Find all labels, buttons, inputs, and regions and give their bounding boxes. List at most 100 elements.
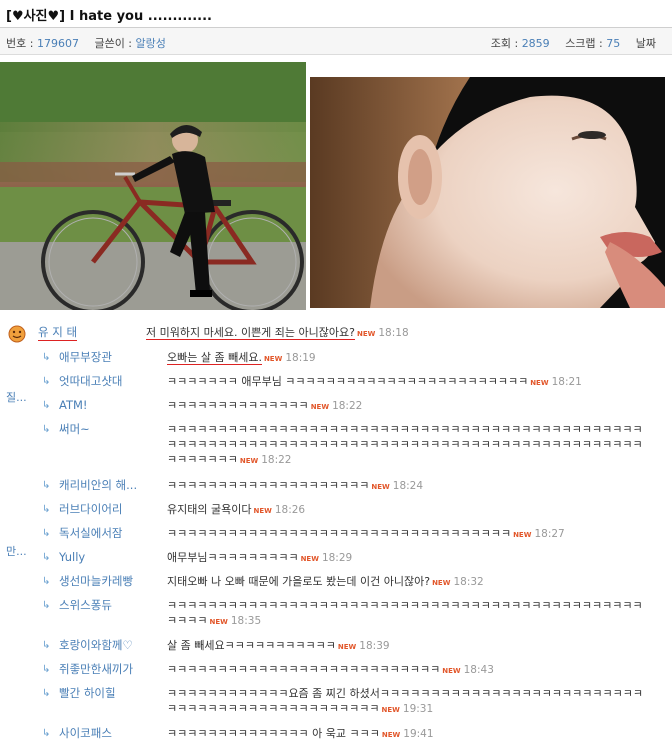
reply-arrow-icon: ↳ bbox=[42, 400, 51, 411]
reply-arrow-icon: ↳ bbox=[42, 528, 51, 539]
comment-body: 지태오빠 나 오빠 때문에 가을로도 봤는데 이건 아니잖아? bbox=[167, 575, 431, 588]
comment-body: 저 미워하지 마세요. 이쁜게 죄는 아니잖아요? bbox=[146, 326, 355, 340]
comment-nick[interactable]: 생선마늘카레빵 bbox=[59, 574, 133, 589]
reply-arrow-icon: ↳ bbox=[42, 480, 51, 491]
reply-arrow-icon: ↳ bbox=[42, 600, 51, 611]
comment-time: 18:22 bbox=[332, 400, 363, 412]
post-views-label: 조회 : bbox=[490, 37, 519, 50]
photo-woman-bicycle bbox=[0, 62, 306, 310]
comment-text: 애무부님ㅋㅋㅋㅋㅋㅋㅋㅋㅋ NEW 18:29 bbox=[167, 550, 647, 567]
new-badge: NEW bbox=[432, 579, 451, 587]
comment-body: 애무부님ㅋㅋㅋㅋㅋㅋㅋㅋㅋ bbox=[167, 551, 299, 564]
comment-nick[interactable]: Yully bbox=[59, 550, 85, 565]
comment-nick[interactable]: 러브다이어리 bbox=[59, 502, 122, 517]
comment-nick[interactable]: 스위스퐁듀 bbox=[59, 598, 112, 613]
new-badge: NEW bbox=[513, 531, 532, 539]
comment-nick[interactable]: 써머~ bbox=[59, 422, 90, 437]
comment-time: 19:41 bbox=[403, 728, 434, 740]
new-badge: NEW bbox=[371, 483, 390, 491]
post-number-label: 번호 : bbox=[6, 37, 34, 50]
new-badge: NEW bbox=[263, 355, 283, 363]
post-author-link[interactable]: 알랑성 bbox=[136, 37, 166, 50]
comment-body: 오빠는 살 좀 빼세요. bbox=[167, 351, 262, 365]
comment-text: ㅋㅋㅋㅋㅋㅋㅋㅋㅋㅋㅋㅋㅋㅋㅋㅋㅋㅋㅋㅋㅋㅋㅋㅋㅋㅋㅋㅋㅋㅋㅋㅋㅋㅋㅋㅋㅋㅋㅋㅋ… bbox=[167, 422, 647, 469]
comment-time: 18:39 bbox=[359, 640, 390, 652]
new-badge: NEW bbox=[337, 643, 357, 651]
reply-arrow-icon: ↳ bbox=[42, 552, 51, 563]
post-views-value: 2859 bbox=[521, 37, 550, 50]
comment-nick[interactable]: 독서실에서잠 bbox=[59, 526, 122, 541]
new-badge: NEW bbox=[253, 507, 272, 515]
side-label-2[interactable]: 만... bbox=[6, 543, 27, 559]
comment-time: 18:43 bbox=[463, 664, 494, 676]
reply-arrow-icon: ↳ bbox=[42, 424, 51, 435]
comment-body: 유지태의 굴욕이다 bbox=[167, 503, 252, 516]
reply-arrow-icon: ↳ bbox=[42, 376, 51, 387]
comment-time: 18:26 bbox=[274, 504, 306, 516]
comment-time: 18:27 bbox=[534, 528, 565, 540]
comment-text: 저 미워하지 마세요. 이쁜게 죄는 아니잖아요? NEW 18:18 bbox=[146, 325, 626, 342]
comment-time: 18:24 bbox=[392, 480, 424, 492]
new-badge: NEW bbox=[530, 379, 549, 387]
comment-nick[interactable]: 캐리비안의 해... bbox=[59, 478, 137, 493]
smiley-icon bbox=[8, 325, 26, 343]
post-author-label: 글쓴이 : bbox=[94, 37, 133, 50]
comment-text: ㅋㅋㅋㅋㅋㅋㅋㅋㅋㅋㅋㅋㅋㅋㅋㅋㅋㅋㅋㅋ NEW 18:24 bbox=[167, 478, 647, 495]
new-badge: NEW bbox=[209, 618, 228, 626]
new-badge: NEW bbox=[356, 330, 376, 338]
comment-body: ㅋㅋㅋㅋㅋㅋㅋㅋㅋㅋㅋㅋㅋㅋ bbox=[167, 399, 309, 412]
comment-time: 18:22 bbox=[261, 454, 292, 466]
side-label-1[interactable]: 질... bbox=[6, 389, 27, 405]
comment-nick[interactable]: ATM! bbox=[59, 398, 88, 413]
comment-text: ㅋㅋㅋㅋㅋㅋㅋㅋㅋㅋㅋㅋㅋㅋㅋㅋㅋㅋㅋㅋㅋㅋㅋㅋㅋㅋㅋㅋㅋㅋㅋㅋㅋㅋ NEW 18:… bbox=[167, 526, 647, 543]
comment-text: ㅋㅋㅋㅋㅋㅋㅋㅋㅋㅋㅋㅋㅋㅋㅋㅋㅋㅋㅋㅋㅋㅋㅋㅋㅋㅋㅋ NEW 18:43 bbox=[167, 662, 647, 679]
comment-body: ㅋㅋㅋㅋㅋㅋㅋㅋㅋㅋㅋㅋㅋㅋㅋㅋㅋㅋㅋㅋㅋㅋㅋㅋㅋㅋㅋㅋㅋㅋㅋㅋㅋㅋㅋㅋㅋㅋㅋㅋ… bbox=[167, 423, 643, 466]
comment-body: ㅋㅋㅋㅋㅋㅋㅋㅋㅋㅋㅋㅋㅋㅋㅋㅋㅋㅋㅋㅋㅋㅋㅋㅋㅋㅋㅋㅋㅋㅋㅋㅋㅋㅋ bbox=[167, 527, 512, 540]
reply-arrow-icon: ↳ bbox=[42, 504, 51, 515]
comment-body: ㅋㅋㅋㅋㅋㅋㅋㅋㅋㅋㅋㅋㅋㅋㅋㅋㅋㅋㅋㅋㅋㅋㅋㅋㅋㅋㅋ bbox=[167, 663, 441, 676]
comment-text: 살 좀 빼세요ㅋㅋㅋㅋㅋㅋㅋㅋㅋㅋㅋ NEW 18:39 bbox=[167, 638, 647, 655]
comment-text: 오빠는 살 좀 빼세요. NEW 18:19 bbox=[167, 350, 647, 367]
new-badge: NEW bbox=[310, 403, 330, 411]
comment-nick[interactable]: 사이코패스 bbox=[59, 726, 112, 741]
reply-arrow-icon: ↳ bbox=[42, 664, 51, 675]
reply-arrow-icon: ↳ bbox=[42, 640, 51, 651]
new-badge: NEW bbox=[381, 731, 401, 739]
comment-time: 18:19 bbox=[285, 352, 316, 364]
post-date-label: 날짜 bbox=[635, 37, 656, 50]
post-scrap-value: 75 bbox=[606, 37, 621, 50]
comment-nick[interactable]: 빨간 하이힐 bbox=[59, 686, 116, 701]
photo-face-closeup bbox=[310, 77, 665, 308]
new-badge: NEW bbox=[442, 667, 461, 675]
post-title: [♥사진♥] I hate you ............. bbox=[6, 9, 212, 24]
comment-nick[interactable]: 애무부장관 bbox=[59, 350, 112, 365]
comment-time: 18:32 bbox=[453, 576, 484, 588]
comment-time: 18:18 bbox=[378, 327, 409, 339]
comment-time: 18:21 bbox=[551, 376, 582, 388]
comment-text: ㅋㅋㅋㅋㅋㅋㅋㅋㅋㅋㅋㅋㅋㅋ NEW 18:22 bbox=[167, 398, 647, 415]
new-badge: NEW bbox=[381, 706, 400, 714]
comment-nick[interactable]: 유 지 태 bbox=[38, 325, 78, 341]
comment-time: 18:35 bbox=[230, 615, 262, 627]
post-number-value: 179607 bbox=[36, 37, 79, 50]
comment-text: ㅋㅋㅋㅋㅋㅋㅋ 애무부님 ㅋㅋㅋㅋㅋㅋㅋㅋㅋㅋㅋㅋㅋㅋㅋㅋㅋㅋㅋㅋㅋㅋㅋㅋ NEW… bbox=[167, 374, 647, 391]
comment-text: ㅋㅋㅋㅋㅋㅋㅋㅋㅋㅋㅋㅋ요즘 좀 찌긴 하셨서ㅋㅋㅋㅋㅋㅋㅋㅋㅋㅋㅋㅋㅋㅋㅋㅋㅋ… bbox=[167, 686, 647, 718]
reply-arrow-icon: ↳ bbox=[42, 576, 51, 587]
comment-nick[interactable]: 엇따대고샷대 bbox=[59, 374, 122, 389]
reply-arrow-icon: ↳ bbox=[42, 352, 51, 363]
post-meta-right: 조회 : 2859 스크랩 : 75 날짜 bbox=[491, 35, 656, 51]
comment-body: ㅋㅋㅋㅋㅋㅋㅋㅋㅋㅋㅋㅋㅋㅋㅋㅋㅋㅋㅋㅋ bbox=[167, 479, 370, 492]
comment-nick[interactable]: 호랑이와함께♡ bbox=[59, 638, 133, 653]
comment-text: 지태오빠 나 오빠 때문에 가을로도 봤는데 이건 아니잖아? NEW 18:32 bbox=[167, 574, 647, 591]
post-meta-bar: 번호 : 179607 글쓴이 : 알랑성 조회 : 2859 스크랩 : 75… bbox=[0, 28, 672, 55]
bicycle-illustration bbox=[0, 62, 306, 310]
face-illustration bbox=[310, 77, 665, 308]
comment-text: ㅋㅋㅋㅋㅋㅋㅋㅋㅋㅋㅋㅋㅋㅋ 아 욱교 ㅋㅋㅋ NEW 19:41 bbox=[167, 726, 647, 743]
comment-time: 18:29 bbox=[321, 552, 353, 564]
comment-body: 살 좀 빼세요ㅋㅋㅋㅋㅋㅋㅋㅋㅋㅋㅋ bbox=[167, 639, 336, 652]
new-badge: NEW bbox=[239, 457, 259, 465]
reply-arrow-icon: ↳ bbox=[42, 728, 51, 739]
comment-body: ㅋㅋㅋㅋㅋㅋㅋ 애무부님 ㅋㅋㅋㅋㅋㅋㅋㅋㅋㅋㅋㅋㅋㅋㅋㅋㅋㅋㅋㅋㅋㅋㅋㅋ bbox=[167, 375, 529, 388]
post-scrap-label: 스크랩 : bbox=[565, 37, 603, 50]
comment-nick[interactable]: 쥐좋만한새끼가 bbox=[59, 662, 133, 677]
